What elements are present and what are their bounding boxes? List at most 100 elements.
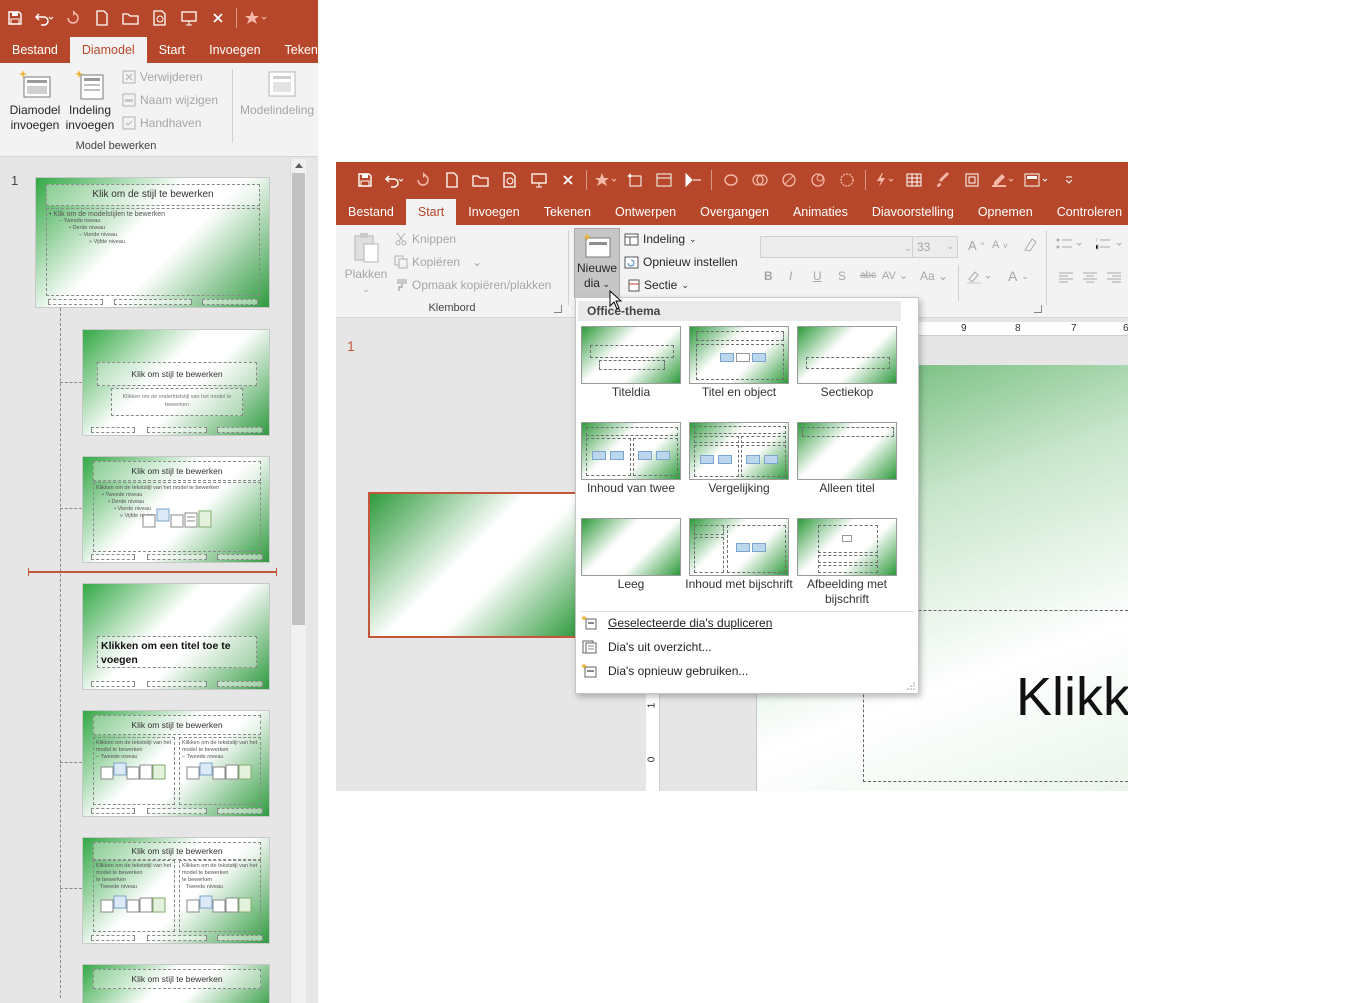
change-case-button[interactable]: Aa ⌄ [920,269,948,283]
undo-icon[interactable] [379,162,408,197]
customize-qat-icon[interactable] [1054,162,1083,197]
table-icon[interactable] [899,162,928,197]
layout-thumbnail-title-only[interactable]: Klik om stijl te bewerken [82,964,270,1003]
frame-icon[interactable] [957,162,986,197]
close-icon[interactable] [553,162,582,197]
undo-icon[interactable] [29,0,58,35]
paste-button[interactable]: Plakken ⌄ [342,231,390,297]
close-icon[interactable] [203,0,232,35]
duplicate-slides-item[interactable]: Geselecteerde dia's dupliceren [580,612,772,634]
layout-titeldia[interactable] [581,326,681,384]
presentation-icon[interactable] [524,162,553,197]
rename-button[interactable]: Naam wijzigen [122,93,218,107]
char-spacing-button[interactable]: AV ⌄ [882,269,908,282]
tab-invoegen[interactable]: Invoegen [456,199,531,225]
brush-icon[interactable] [928,162,957,197]
layout-thumbnail-two-content[interactable]: Klik om stijl te bewerken Klikken om de … [82,710,270,817]
preserve-button[interactable]: Handhaven [122,116,201,130]
tab-ontwerpen[interactable]: Ontwerpen [603,199,688,225]
redo-icon[interactable] [58,0,87,35]
shape-oval-icon[interactable] [716,162,745,197]
tab-animaties[interactable]: Animaties [781,199,860,225]
redo-icon[interactable] [408,162,437,197]
slides-from-outline-item[interactable]: Dia's uit overzicht... [580,636,712,658]
layout-inhoud-met-bijschrift[interactable] [689,518,789,576]
new-slide-button[interactable]: Nieuwe dia ⌄ [574,228,620,298]
thumbnail-scrollbar[interactable] [290,159,306,1003]
scroll-up-icon[interactable] [295,163,303,168]
insert-layout-button[interactable]: Indeling invoegen [64,69,116,133]
clear-format-icon[interactable] [1022,237,1038,253]
font-color-button[interactable]: A ⌄ [1008,268,1029,284]
tab-invoegen[interactable]: Invoegen [197,37,272,63]
highlight-icon[interactable] [986,162,1020,197]
shape-subtract-icon[interactable] [803,162,832,197]
font-family-select[interactable]: ⌄ [760,236,915,258]
reuse-slides-item[interactable]: Dia's opnieuw gebruiken... [580,660,748,682]
layout-thumbnail-title-object[interactable]: Klik om stijl te bewerken Klikken om de … [82,456,270,563]
tab-controleren[interactable]: Controleren [1045,199,1128,225]
format-painter-button[interactable]: Opmaak kopiëren/plakken [394,278,551,292]
grow-font-button[interactable]: A ^ [968,238,984,253]
tab-tekenen[interactable]: Tekenen [273,37,318,63]
slide-size-icon[interactable] [1020,162,1054,197]
insert-master-button[interactable]: Diamodel invoegen [6,69,64,133]
bold-button[interactable]: B [764,269,773,283]
layout-thumbnail-comparison[interactable]: Klik om stijl te bewerken Klikken om de … [82,837,270,944]
lightning-icon[interactable] [870,162,899,197]
tab-bestand[interactable]: Bestand [0,37,70,63]
copy-button[interactable]: Kopiëren ⌄ [394,255,482,269]
layout-titel-en-object[interactable] [689,326,789,384]
align-center-icon[interactable] [1082,272,1098,284]
print-preview-icon[interactable] [495,162,524,197]
font-launcher-icon[interactable] [1034,305,1042,313]
new-slide-icon[interactable] [620,162,649,197]
star-icon[interactable] [241,0,270,35]
tab-diamodel[interactable]: Diamodel [69,37,147,63]
tab-diavoorstelling[interactable]: Diavoorstelling [860,199,966,225]
layout-thumbnail-title[interactable]: Klik om stijl te bewerken Klikken om de … [82,329,270,436]
tab-start[interactable]: Start [147,37,197,63]
save-icon[interactable] [350,162,379,197]
tab-opnemen[interactable]: Opnemen [966,199,1045,225]
shape-union-icon[interactable] [745,162,774,197]
clipboard-launcher-icon[interactable] [554,305,562,313]
open-folder-icon[interactable] [466,162,495,197]
align-left-icon[interactable] [1058,272,1074,284]
layout-sectiekop[interactable] [797,326,897,384]
tab-start[interactable]: Start [405,199,457,225]
tab-tekenen[interactable]: Tekenen [532,199,603,225]
shadow-button[interactable]: S [838,269,846,283]
shrink-font-button[interactable]: Av [992,239,1007,251]
resize-grip-icon[interactable] [907,682,915,690]
open-folder-icon[interactable] [116,0,145,35]
copy-dropdown-icon[interactable]: ⌄ [472,255,482,269]
underline-button[interactable]: U [813,269,822,283]
layout-button[interactable]: Indeling ⌄ [624,232,697,246]
strikethrough-button[interactable]: abc [860,270,876,281]
star-icon[interactable] [591,162,620,197]
delete-button[interactable]: Verwijderen [122,70,203,84]
layout-icon[interactable] [649,162,678,197]
tab-bestand[interactable]: Bestand [336,199,406,225]
tab-overgangen[interactable]: Overgangen [688,199,781,225]
layout-vergelijking[interactable] [689,422,789,480]
new-file-icon[interactable] [87,0,116,35]
cut-button[interactable]: Knippen [394,232,456,246]
layout-afbeelding-met-bijschrift[interactable] [797,518,897,576]
print-preview-icon[interactable] [145,0,174,35]
save-icon[interactable] [0,0,29,35]
animation-icon[interactable] [678,162,707,197]
numbering-button[interactable] [1096,237,1126,251]
master-thumbnail[interactable]: Klik om de stijl te bewerken • Klik om d… [35,177,270,308]
presentation-icon[interactable] [174,0,203,35]
italic-button[interactable]: I [789,269,792,283]
align-right-icon[interactable] [1106,272,1122,284]
shape-intersect-icon[interactable] [774,162,803,197]
reset-button[interactable]: Opnieuw instellen [624,255,738,269]
layout-thumbnail-section[interactable]: Klikken om een titel toe te voegen [82,583,270,690]
section-button[interactable]: Sectie ⌄ [628,278,689,292]
scroll-thumb[interactable] [292,173,305,625]
font-size-select[interactable]: 33 ⌄ [912,236,958,258]
highlight-color-button[interactable] [966,269,994,285]
